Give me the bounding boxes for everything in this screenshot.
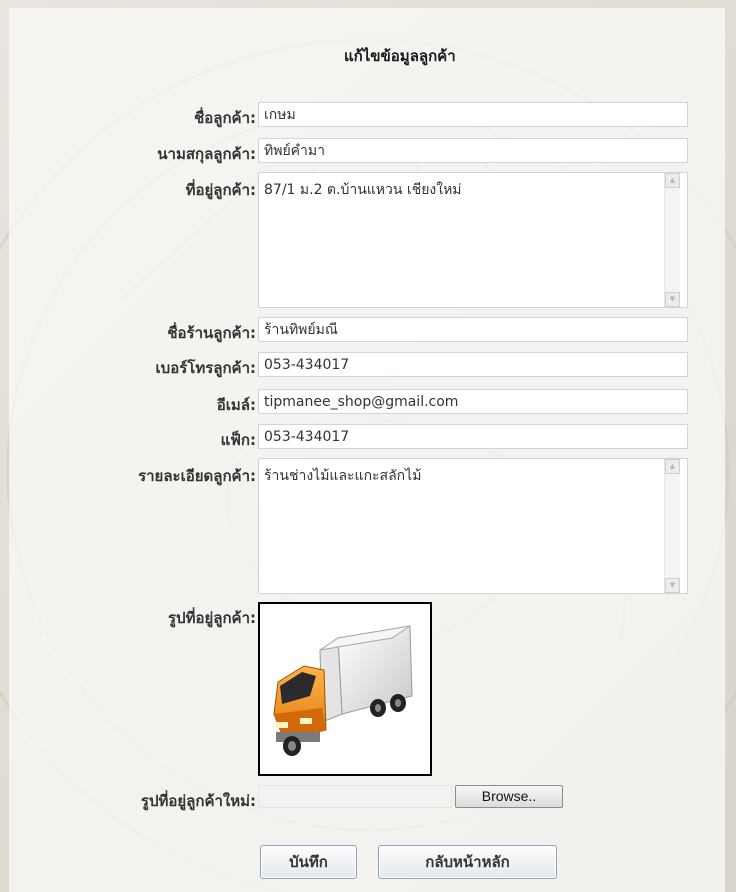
customer-photo [258,602,432,776]
new-photo-label: รูปที่อยู่ลูกค้าใหม่: [140,792,256,810]
scroll-up-arrow-icon[interactable]: ▲ [665,459,680,474]
browse-button[interactable]: Browse.. [455,785,563,808]
scroll-up-arrow-icon[interactable]: ▲ [665,173,680,188]
fax-label: แฟ็ก: [220,431,256,449]
email-input[interactable] [258,389,688,414]
phone-input[interactable] [258,352,688,377]
shop-name-label: ชื่อร้านลูกค้า: [167,324,256,342]
details-textarea[interactable]: ร้านช่างไม้และแกะสลักไม้ [258,458,688,594]
last-name-label: นามสกุลลูกค้า: [157,145,256,163]
delivery-truck-icon [273,625,413,756]
fax-input[interactable] [258,424,688,449]
page-title: แก้ไขข้อมูลลูกค้า [344,47,456,65]
last-name-input[interactable] [258,138,688,163]
first-name-label: ชื่อลูกค้า: [194,109,256,127]
details-label: รายละเอียดลูกค้า: [138,467,256,485]
shop-name-input[interactable] [258,317,688,342]
address-scrollbar[interactable]: ▲ ▼ [664,173,680,307]
photo-label: รูปที่อยู่ลูกค้า: [168,609,256,627]
address-textarea[interactable]: 87/1 ม.2 ต.บ้านแหวน เชียงใหม่ [258,172,688,308]
save-button[interactable]: บันทึก [260,845,357,879]
phone-label: เบอร์โทรลูกค้า: [155,359,256,377]
scroll-down-arrow-icon[interactable]: ▼ [665,292,680,307]
file-path-field[interactable] [258,785,452,808]
first-name-input[interactable] [258,102,688,127]
address-label: ที่อยู่ลูกค้า: [185,181,256,199]
scroll-down-arrow-icon[interactable]: ▼ [665,578,680,593]
details-scrollbar[interactable]: ▲ ▼ [664,459,680,593]
email-label: อีเมล์: [216,396,256,414]
back-to-home-button[interactable]: กลับหน้าหลัก [378,845,557,879]
